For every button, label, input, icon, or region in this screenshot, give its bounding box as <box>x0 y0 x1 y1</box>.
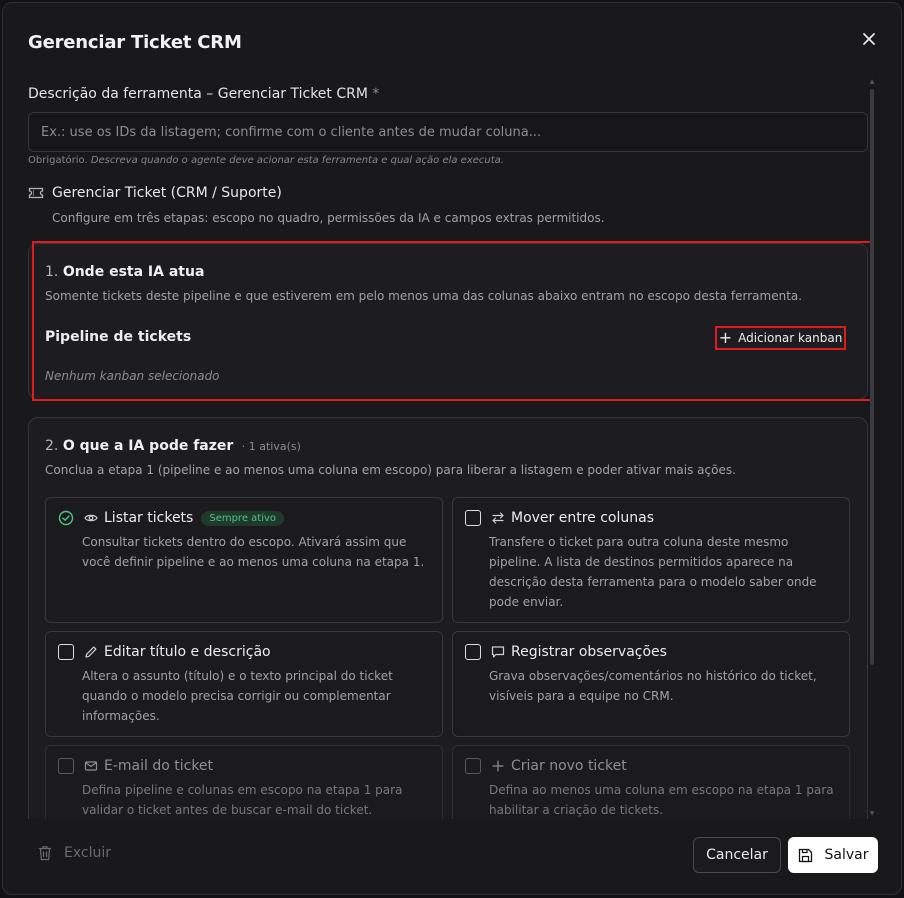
step2-description: Conclua a etapa 1 (pipeline e ao menos u… <box>45 463 736 477</box>
option-mover-colunas[interactable]: Mover entre colunas Transfere o ticket p… <box>452 497 850 623</box>
option-title: Registrar observações <box>511 644 667 660</box>
tool-subtitle: Configure em três etapas: escopo no quad… <box>52 211 605 225</box>
hint-prefix: Obrigatório. <box>28 155 88 166</box>
option-editar-titulo[interactable]: Editar título e descrição Altera o assun… <box>45 631 443 737</box>
pencil-icon <box>84 645 98 659</box>
modal-body[interactable]: Descrição da ferramenta – Gerenciar Tick… <box>3 75 901 819</box>
hint-text: Descreva quando o agente deve acionar es… <box>90 155 504 166</box>
pipeline-label: Pipeline de tickets <box>45 329 192 345</box>
plus-icon: + <box>718 328 733 347</box>
step1-title: 1. Onde esta IA atua <box>45 264 204 280</box>
step2-card: 2. O que a IA pode fazer · 1 ativa(s) Co… <box>28 417 868 819</box>
option-description: Transfere o ticket para outra coluna des… <box>489 535 817 609</box>
required-mark: * <box>372 86 380 102</box>
description-label: Descrição da ferramenta – Gerenciar Tick… <box>28 86 379 102</box>
registrar-observacoes-checkbox[interactable] <box>465 644 481 660</box>
save-label: Salvar <box>824 847 869 863</box>
option-title: Editar título e descrição <box>104 644 271 660</box>
option-description: Altera o assunto (título) e o texto prin… <box>82 669 393 723</box>
step1-card: 1. Onde esta IA atua Somente tickets des… <box>28 243 868 400</box>
arrows-exchange-icon <box>491 511 505 525</box>
description-hint: Obrigatório. Descreva quando o agente de… <box>28 155 504 166</box>
plus-icon <box>491 759 505 773</box>
tool-title: Gerenciar Ticket (CRM / Suporte) <box>52 185 282 201</box>
option-listar-tickets: Listar tickets Sempre ativo Consultar ti… <box>45 497 443 623</box>
scrollbar[interactable]: ▲ ▼ <box>869 79 875 817</box>
mover-colunas-checkbox[interactable] <box>465 510 481 526</box>
description-label-text: Descrição da ferramenta – Gerenciar Tick… <box>28 86 368 102</box>
cancel-button[interactable]: Cancelar <box>693 837 781 873</box>
criar-ticket-checkbox <box>465 758 481 774</box>
option-registrar-observacoes[interactable]: Registrar observações Grava observações/… <box>452 631 850 737</box>
option-description: Consultar tickets dentro do escopo. Ativ… <box>82 535 425 569</box>
add-kanban-button[interactable]: + Adicionar kanban <box>715 326 846 350</box>
step1-number: 1. <box>45 264 59 280</box>
option-description: Defina pipeline e colunas em escopo na e… <box>82 783 403 817</box>
scroll-up-arrow[interactable]: ▲ <box>869 79 875 85</box>
option-description: Defina ao menos uma coluna em escopo na … <box>489 783 834 817</box>
option-email-ticket: E-mail do ticket Defina pipeline e colun… <box>45 745 443 819</box>
description-input[interactable] <box>28 112 868 152</box>
check-circle-icon <box>58 510 74 526</box>
close-icon <box>863 33 875 45</box>
tool-header: Gerenciar Ticket (CRM / Suporte) <box>28 185 282 201</box>
step2-number: 2. <box>45 438 59 454</box>
email-ticket-checkbox <box>58 758 74 774</box>
editar-titulo-checkbox[interactable] <box>58 644 74 660</box>
option-title: Criar novo ticket <box>511 758 627 774</box>
empty-kanban-note: Nenhum kanban selecionado <box>45 369 220 383</box>
close-button[interactable] <box>857 27 881 51</box>
ticket-icon <box>28 187 44 199</box>
step2-title: 2. O que a IA pode fazer · 1 ativa(s) <box>45 438 301 454</box>
comment-icon <box>491 645 505 659</box>
step2-title-text: O que a IA pode fazer <box>62 438 234 454</box>
modal-title: Gerenciar Ticket CRM <box>28 32 242 53</box>
step1-description: Somente tickets deste pipeline e que est… <box>45 289 803 303</box>
scrollbar-thumb[interactable] <box>870 89 874 665</box>
eye-icon <box>84 511 98 525</box>
option-criar-ticket: Criar novo ticket Defina ao menos uma co… <box>452 745 850 819</box>
mail-icon <box>84 759 98 773</box>
modal-dialog: Gerenciar Ticket CRM Descrição da ferram… <box>2 2 902 895</box>
delete-label: Excluir <box>64 845 111 861</box>
always-active-badge: Sempre ativo <box>201 510 285 526</box>
active-count: · 1 ativa(s) <box>241 440 301 453</box>
option-title: Mover entre colunas <box>511 510 655 526</box>
save-icon <box>798 848 812 862</box>
add-kanban-label: Adicionar kanban <box>738 331 843 345</box>
step1-title-text: Onde esta IA atua <box>62 264 205 280</box>
trash-icon <box>39 846 51 861</box>
option-description: Grava observações/comentários no históri… <box>489 669 817 703</box>
scroll-down-arrow[interactable]: ▼ <box>869 811 875 817</box>
delete-button[interactable]: Excluir <box>38 845 111 861</box>
option-title: E-mail do ticket <box>104 758 214 774</box>
option-title: Listar tickets <box>104 510 194 526</box>
modal-footer: Excluir Cancelar Salvar <box>3 819 901 894</box>
save-button[interactable]: Salvar <box>788 837 878 873</box>
